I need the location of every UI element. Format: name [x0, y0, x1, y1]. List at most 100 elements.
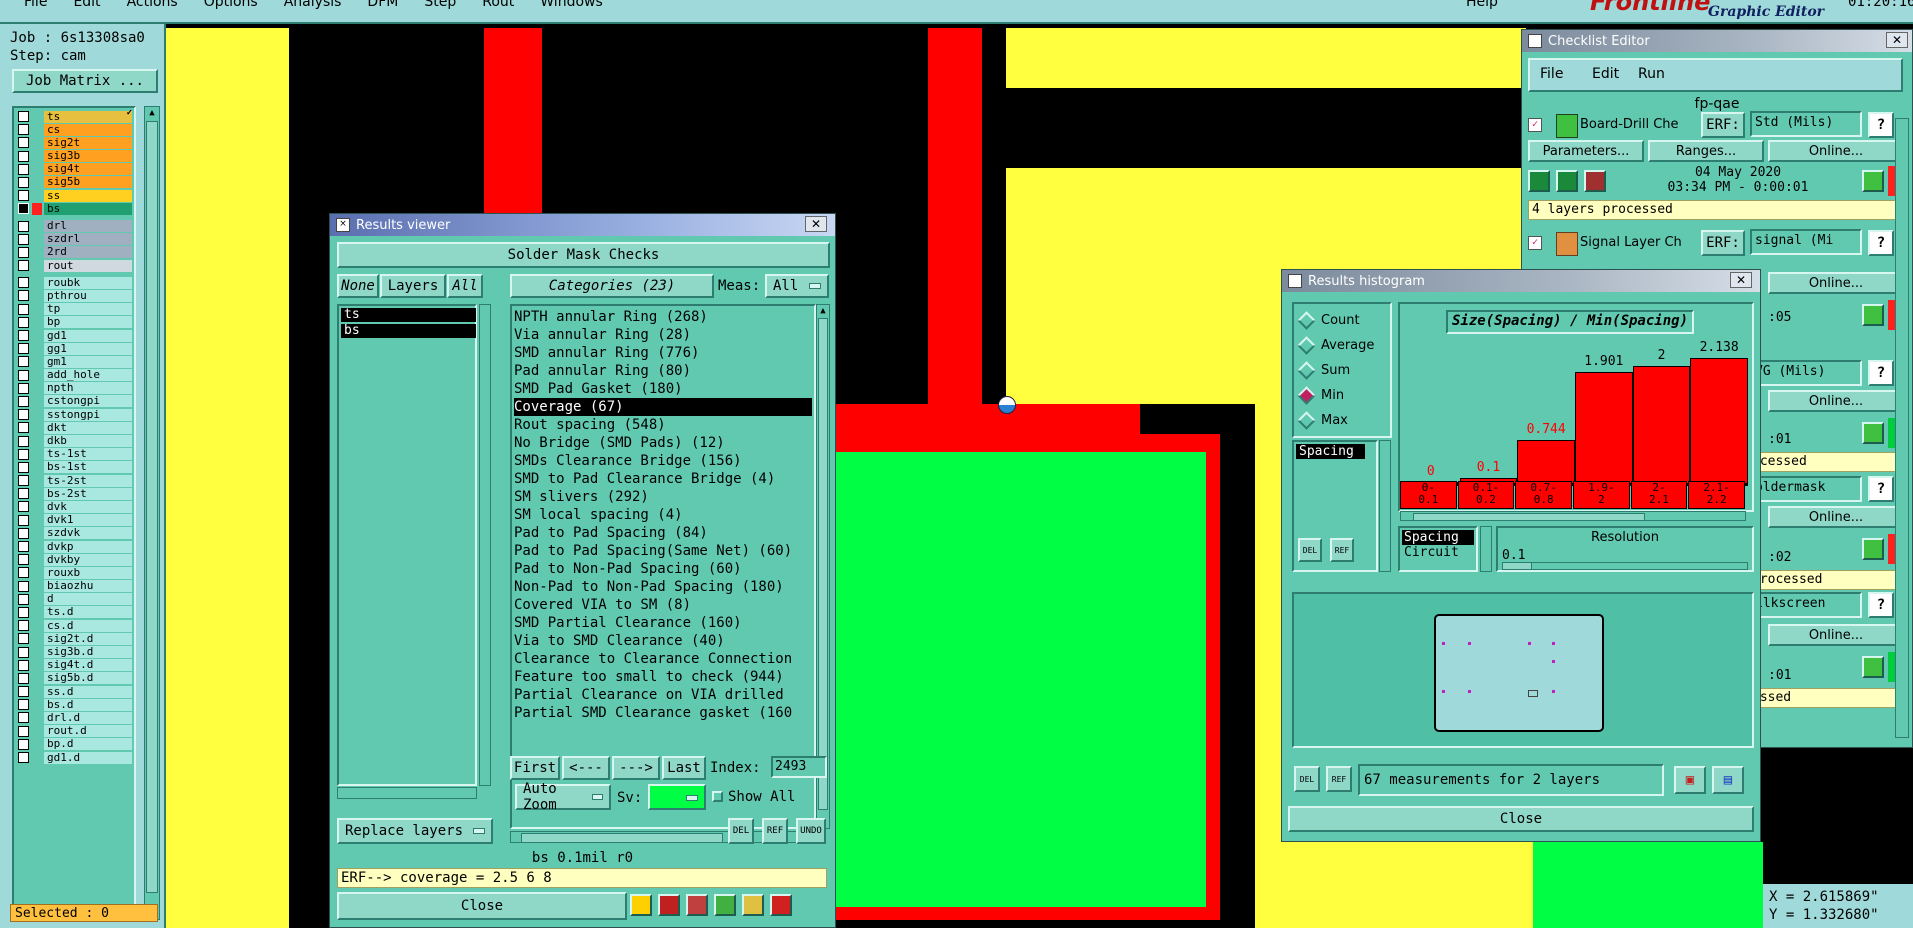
layer-name[interactable]: drl.d [44, 711, 132, 724]
layer-checkbox[interactable] [18, 672, 29, 684]
layer-checkbox[interactable] [18, 290, 29, 302]
layer-row[interactable]: gg1 [18, 342, 132, 355]
attr-list[interactable]: Spacing Circuit [1398, 526, 1478, 572]
layer-checkbox[interactable] [18, 699, 29, 711]
category-item[interactable]: SM slivers (292) [514, 488, 812, 506]
category-item[interactable]: SMD to Pad Clearance Bridge (4) [514, 470, 812, 488]
show-all-checkbox[interactable] [712, 791, 723, 802]
layer-row[interactable]: gd1 [18, 329, 132, 342]
layer-row[interactable]: biaozhu [18, 580, 132, 593]
layer-checkbox[interactable] [18, 514, 29, 526]
zoom-icon[interactable] [1862, 656, 1884, 678]
layer-name[interactable]: drl [44, 220, 132, 232]
layer-name[interactable]: sig2t.d [44, 632, 132, 645]
category-item[interactable]: Rout spacing (548) [514, 416, 812, 434]
attr-item[interactable]: Circuit [1402, 545, 1474, 560]
autozoom-dropdown[interactable]: Auto Zoom [515, 781, 611, 813]
layer-name[interactable]: szdvk [44, 527, 132, 540]
slider-handle[interactable] [1503, 563, 1532, 569]
scroll-up-arrow-icon[interactable]: ▲ [145, 107, 159, 119]
attr-item[interactable]: Spacing [1402, 530, 1474, 545]
check-enabled-checkbox[interactable]: ✓ [1528, 236, 1542, 250]
layer-checkbox[interactable] [18, 220, 29, 232]
layer-checkbox[interactable] [18, 659, 29, 671]
layer-checkbox[interactable] [18, 246, 29, 258]
histogram-bar[interactable] [1632, 366, 1691, 484]
layer-name[interactable]: gd1 [44, 329, 132, 342]
layer-name[interactable]: dvkby [44, 553, 132, 566]
checklist-menu-run[interactable]: Run [1638, 66, 1665, 82]
run-icon[interactable] [1528, 170, 1550, 192]
check-name-2[interactable]: Signal Layer Ch [1580, 235, 1682, 250]
layers-list[interactable]: ts bs [337, 304, 477, 786]
layer-name[interactable]: cstongpi [44, 395, 132, 408]
chart-export-icon[interactable]: ▣ [1674, 766, 1706, 794]
layer-checkbox[interactable] [18, 501, 29, 513]
layer-checkbox[interactable] [18, 541, 29, 552]
field-list[interactable]: Spacing DEL REF [1292, 440, 1378, 572]
layer-name[interactable]: gm1 [44, 355, 132, 368]
layer-checkbox[interactable] [18, 176, 29, 188]
online-button[interactable]: Online... [1768, 624, 1904, 646]
layer-row[interactable]: rout.d [18, 725, 132, 738]
layer-checkbox[interactable] [18, 606, 29, 618]
layer-name[interactable]: sig4t.d [44, 659, 132, 672]
run-stop-icon[interactable] [1584, 170, 1606, 192]
close-icon[interactable]: ✕ [1730, 272, 1752, 288]
layer-row[interactable]: sig5b ✓ [18, 108, 132, 189]
layer-list[interactable]: ts cs ✓ sig2t ✓ sig3b ✓ sig4t ✓ sig5b ✓ ss ✓ bs drl sz… [12, 106, 136, 922]
layer-checkbox[interactable] [18, 488, 29, 500]
scroll-thumb[interactable] [1413, 513, 1645, 521]
layer-row[interactable]: drl [18, 220, 132, 233]
menu-rout[interactable]: Rout [482, 0, 514, 10]
erf-value-5[interactable]: ilkscreen [1750, 592, 1862, 618]
layer-name[interactable]: ts [44, 110, 132, 123]
category-item[interactable]: Coverage (67) [514, 398, 812, 416]
layer-row[interactable]: bs.d [18, 698, 132, 711]
zoom-icon[interactable] [1862, 304, 1884, 326]
layer-row[interactable]: add_hole [18, 369, 132, 382]
ranges-button[interactable]: Ranges... [1648, 140, 1764, 162]
layer-row[interactable]: d [18, 593, 132, 606]
layer-row[interactable]: cstongpi [18, 395, 132, 408]
layer-name[interactable]: cs [44, 123, 132, 136]
erf-value-1[interactable]: Std (Mils) [1750, 111, 1862, 137]
layer-checkbox[interactable] [18, 369, 29, 381]
category-item[interactable]: Via to SMD Clearance (40) [514, 632, 812, 650]
layer-checkbox[interactable] [18, 382, 29, 394]
layer-checkbox[interactable] [18, 593, 29, 605]
erf-value-2[interactable]: signal (Mi [1750, 229, 1862, 255]
layer-name[interactable]: pthrou [44, 289, 132, 302]
layer-checkbox[interactable] [18, 277, 29, 289]
layers-list-item[interactable]: ts [341, 308, 476, 322]
histogram-bar[interactable] [1690, 358, 1748, 484]
categories-button[interactable]: Categories (23) [510, 274, 714, 298]
erf-value-4[interactable]: oldermask [1750, 476, 1862, 502]
zoom-icon[interactable] [1862, 170, 1884, 192]
online-button[interactable]: Online... [1768, 506, 1904, 528]
layer-row[interactable]: ss ✓ [18, 108, 132, 202]
layer-checkbox[interactable] [18, 567, 29, 579]
layer-checkbox[interactable] [18, 686, 29, 698]
field-item[interactable]: Spacing [1296, 444, 1365, 459]
layer-row[interactable]: sig3b.d [18, 646, 132, 659]
layer-checkbox[interactable] [18, 203, 29, 215]
nav-first-button[interactable]: First [510, 756, 560, 780]
histogram-close-button[interactable]: Close [1288, 806, 1754, 832]
mode-radio-min[interactable]: Min [1297, 383, 1384, 408]
layer-name[interactable]: gd1.d [44, 751, 132, 764]
layer-checkbox[interactable] [18, 150, 29, 162]
layer-row[interactable]: szdvk [18, 527, 132, 540]
online-button[interactable]: Online... [1768, 390, 1904, 412]
scroll-thumb[interactable] [521, 833, 723, 843]
layer-name[interactable]: rouxb [44, 566, 132, 579]
menu-file[interactable]: File [24, 0, 47, 10]
ref-icon[interactable]: REF [1326, 766, 1352, 792]
layer-name[interactable]: dkb [44, 435, 132, 447]
layer-name[interactable]: dvkp [44, 540, 132, 553]
help-icon[interactable]: ? [1868, 112, 1894, 138]
layer-name[interactable]: bs-2st [44, 487, 132, 500]
del-icon[interactable]: DEL [1298, 538, 1322, 562]
layer-checkbox[interactable] [18, 303, 29, 315]
meas-dropdown[interactable]: All [765, 274, 829, 298]
